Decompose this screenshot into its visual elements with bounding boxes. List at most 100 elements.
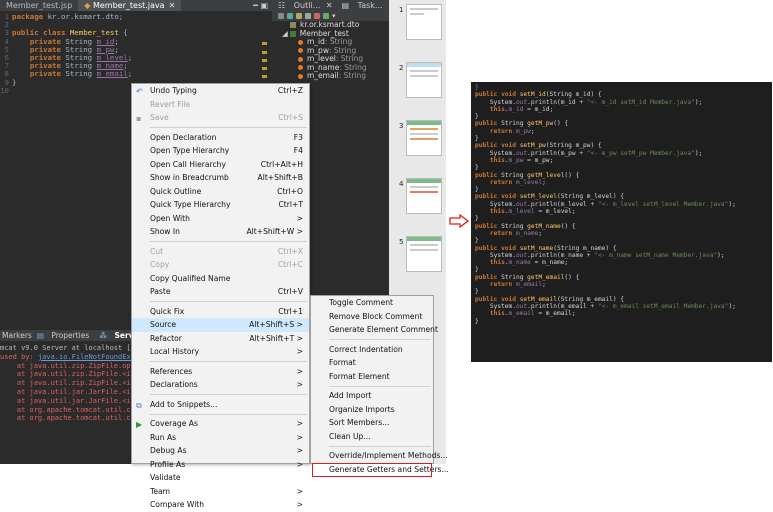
submenu-item-generate-getters-and-setters[interactable]: Generate Getters and Setters... <box>311 463 433 477</box>
menu-item-shortcut: > <box>297 460 303 469</box>
menu-item-shortcut: Ctrl+V <box>278 287 303 296</box>
menu-item-shortcut: > <box>297 367 303 376</box>
menu-item-copy-qualified-name[interactable]: Copy Qualified Name <box>132 272 309 286</box>
submenu-item-correct-indentation[interactable]: Correct Indentation <box>311 343 433 357</box>
tab-member-test-java[interactable]: ◆ Member_test.java✕ <box>78 0 181 11</box>
menu-item-cut[interactable]: CutCtrl+X <box>132 245 309 259</box>
menu-item-validate[interactable]: Validate <box>132 471 309 485</box>
tab-properties[interactable]: ▤ Properties <box>37 331 94 340</box>
slide-thumbnail[interactable] <box>406 236 442 272</box>
menu-separator <box>150 361 307 362</box>
submenu-item-remove-block-comment[interactable]: Remove Block Comment <box>311 310 433 324</box>
menu-item-show-in[interactable]: Show InAlt+Shift+W > <box>132 225 309 239</box>
submenu-item-override-implement-methods[interactable]: Override/Implement Methods... <box>311 449 433 463</box>
menu-item-open-call-hierarchy[interactable]: Open Call HierarchyCtrl+Alt+H <box>132 158 309 172</box>
console-link[interactable]: java.io.FileNotFoundExce <box>38 353 131 361</box>
warning-marker <box>262 67 267 70</box>
submenu-item-format-element[interactable]: Format Element <box>311 370 433 384</box>
menu-item-refactor[interactable]: RefactorAlt+Shift+T > <box>132 332 309 346</box>
menu-item-open-with[interactable]: Open With> <box>132 212 309 226</box>
hide-static-icon[interactable] <box>305 13 311 19</box>
console-line: mcat v9.0 Server at localhost [Apache To… <box>0 344 131 353</box>
tab-member-test-jsp[interactable]: Member_test.jsp <box>0 0 78 11</box>
minimize-maximize-icons[interactable]: ━ ▣ <box>253 1 272 10</box>
menu-separator <box>329 446 431 447</box>
menu-item-coverage-as[interactable]: ▶Coverage As> <box>132 417 309 431</box>
package-icon <box>290 22 296 28</box>
menu-item-run-as[interactable]: Run As> <box>132 431 309 445</box>
menu-item-quick-type-hierarchy[interactable]: Quick Type HierarchyCtrl+T <box>132 198 309 212</box>
submenu-item-clean-up[interactable]: Clean Up... <box>311 430 433 444</box>
menu-item-save[interactable]: ▪SaveCtrl+S <box>132 111 309 125</box>
menu-item-label: Validate <box>150 473 181 482</box>
menu-item-open-declaration[interactable]: Open DeclarationF3 <box>132 131 309 145</box>
code-token: m_email <box>509 310 535 317</box>
code-token: .println(m_pw + <box>527 150 587 157</box>
menu-item-label: Add to Snippets... <box>150 400 217 409</box>
sort-icon[interactable] <box>287 13 293 19</box>
menu-separator <box>329 386 431 387</box>
collapse-icon[interactable] <box>278 13 284 19</box>
code-token: (String m_email) { <box>557 296 624 303</box>
menu-item-local-history[interactable]: Local History> <box>132 345 309 359</box>
line-number: 10 <box>0 87 12 95</box>
editor-tab-bar: Member_test.jsp ◆ Member_test.java✕ ━ ▣ <box>0 0 272 11</box>
outline-field[interactable]: m_email : String <box>272 72 389 81</box>
code-token: = m_name; <box>531 259 568 266</box>
submenu-item-generate-element-comment[interactable]: Generate Element Comment <box>311 323 433 337</box>
field-name: m_email <box>307 72 339 81</box>
code-token: () { <box>564 274 579 281</box>
menu-item-debug-as[interactable]: Debug As> <box>132 444 309 458</box>
tab-tasks[interactable]: ▤ Task... <box>336 1 389 10</box>
menu-item-profile-as[interactable]: Profile As> <box>132 458 309 472</box>
code-token: getM_pw <box>527 120 553 127</box>
slide-thumbnail[interactable] <box>406 178 442 214</box>
hide-local-types-icon[interactable] <box>323 13 329 19</box>
tab-outline[interactable]: ☷ Outli... ✕ <box>272 1 336 10</box>
menu-item-references[interactable]: References> <box>132 365 309 379</box>
bottom-tab-bar: Markers ▤ Properties ⁂ Servers <box>0 330 131 341</box>
submenu-item-sort-members[interactable]: Sort Members... <box>311 416 433 430</box>
code-token: this <box>490 259 505 266</box>
submenu-item-add-import[interactable]: Add Import <box>311 389 433 403</box>
menu-item-copy[interactable]: CopyCtrl+C <box>132 258 309 272</box>
submenu-item-format[interactable]: Format <box>311 356 433 370</box>
chevron-down-icon[interactable]: ◢ <box>282 30 288 39</box>
code-token: ); <box>695 99 702 106</box>
menu-item-source[interactable]: SourceAlt+Shift+S > <box>132 318 309 332</box>
code-token: setM_pw <box>520 142 546 149</box>
menu-item-open-type-hierarchy[interactable]: Open Type HierarchyF4 <box>132 144 309 158</box>
slide-thumbnail[interactable] <box>406 4 442 40</box>
menu-item-compare-with[interactable]: Compare With> <box>132 498 309 512</box>
menu-item-team[interactable]: Team> <box>132 485 309 499</box>
menu-item-shortcut: Ctrl+X <box>278 247 303 256</box>
menu-item-declarations[interactable]: Declarations> <box>132 378 309 392</box>
menu-item-show-in-breadcrumb[interactable]: Show in BreadcrumbAlt+Shift+B <box>132 171 309 185</box>
console-panel: Markers ▤ Properties ⁂ Servers mcat v9.0… <box>0 330 131 464</box>
menu-item-shortcut: Ctrl+Alt+H <box>261 160 303 169</box>
menu-item-quick-fix[interactable]: Quick FixCtrl+1 <box>132 305 309 319</box>
submenu-item-organize-imports[interactable]: Organize Imports <box>311 403 433 417</box>
code-line: return m_level; <box>475 179 768 186</box>
close-icon[interactable]: ✕ <box>169 1 176 10</box>
slide-thumbnail[interactable] <box>406 120 442 156</box>
tab-markers[interactable]: Markers <box>2 331 32 340</box>
code-line[interactable]: 1package kr.or.ksmart.dto; <box>0 13 272 21</box>
menu-item-paste[interactable]: PasteCtrl+V <box>132 285 309 299</box>
slide-thumbnail[interactable] <box>406 62 442 98</box>
code-line[interactable]: 8 private String m_email; <box>0 70 272 78</box>
code-token: this <box>490 106 505 113</box>
submenu-item-toggle-comment[interactable]: Toggle Comment <box>311 296 433 310</box>
view-menu-icon[interactable]: ▾ <box>332 12 336 20</box>
code-token: (String m_level) { <box>557 193 624 200</box>
menu-item-undo-typing[interactable]: ↶Undo TypingCtrl+Z <box>132 84 309 98</box>
menu-item-label: Correct Indentation <box>329 345 403 354</box>
code-token: m_level <box>516 179 542 186</box>
menu-item-add-to-snippets[interactable]: ⧉Add to Snippets... <box>132 398 309 412</box>
hide-nonpublic-icon[interactable] <box>314 13 320 19</box>
code-token: public void <box>475 296 520 303</box>
hide-fields-icon[interactable] <box>296 13 302 19</box>
menu-item-quick-outline[interactable]: Quick OutlineCtrl+O <box>132 185 309 199</box>
tab-servers[interactable]: ⁂ Servers <box>99 331 131 340</box>
menu-item-revert-file[interactable]: Revert File <box>132 98 309 112</box>
